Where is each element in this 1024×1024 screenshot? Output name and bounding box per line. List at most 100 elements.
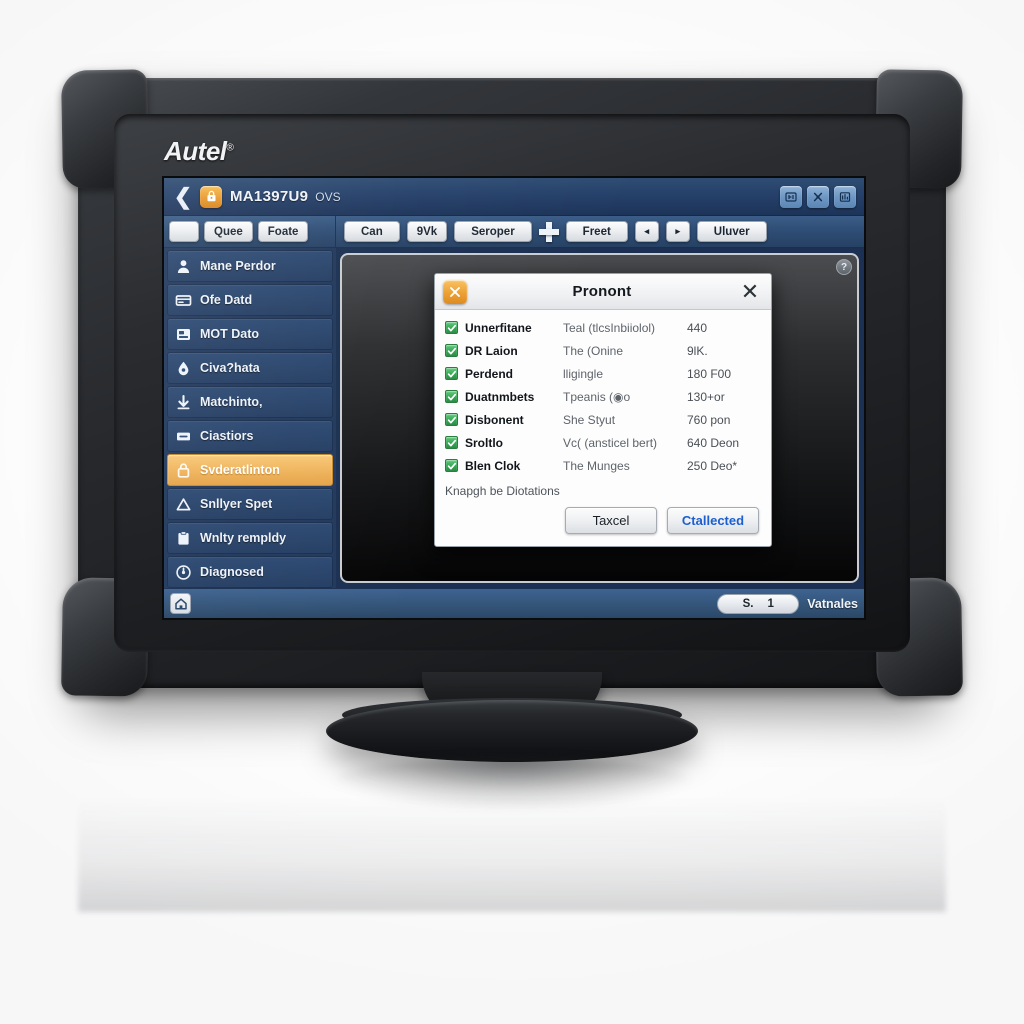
row-checkbox[interactable]	[445, 344, 458, 357]
dialog-row[interactable]: Unnerfitane Teal (tlcsInbiiolol) 440	[445, 316, 761, 339]
status-bar: S. 1 Vatnales	[164, 588, 864, 618]
toolbar-prev-button[interactable]: ◂	[634, 221, 659, 242]
back-chevron-icon[interactable]: ❮	[172, 184, 194, 210]
row-value: 180 F00	[687, 366, 732, 381]
gauge-icon	[174, 563, 193, 582]
sidebar-item-matchinto[interactable]: Matchinto,	[167, 386, 333, 418]
sidebar-item-ciastiors[interactable]: Ciastiors	[167, 420, 333, 452]
sidebar-item-label: Svderatlinton	[200, 463, 280, 477]
row-name: DR Laion	[465, 343, 518, 358]
sidebar-item-svderatlinton[interactable]: Svderatlinton	[167, 454, 333, 486]
screen-bezel: Autel® ❮ MA1397U9 OVS Quee Foate Can 9Vk…	[114, 114, 910, 652]
row-name: Disbonent	[465, 412, 524, 427]
stand-base	[326, 700, 698, 762]
droplet-icon	[174, 359, 193, 378]
row-name: Blen Clok	[465, 458, 521, 473]
row-description: Tpeanis (◉o	[563, 389, 631, 404]
sidebar-item-label: Diagnosed	[200, 565, 264, 579]
sidebar-item-label: Ciastiors	[200, 429, 254, 443]
dialog-row[interactable]: Perdend lligingle 180 F00	[445, 362, 761, 385]
sidebar-item-label: Mane Perdor	[200, 259, 276, 273]
row-value: 760 pon	[687, 412, 731, 427]
confirm-button[interactable]: Ctallected	[667, 507, 759, 534]
clipboard-icon	[174, 529, 193, 548]
sidebar-item-label: Wnlty rempldy	[200, 531, 287, 545]
dialog-row[interactable]: Sroltlo Vc( (ansticel bert) 640 Deon	[445, 431, 761, 454]
row-description: The Munges	[563, 458, 630, 473]
row-description: lligingle	[563, 366, 604, 381]
home-icon[interactable]	[170, 593, 191, 614]
content-panel: ? Pronont ✕ Unnerfitane Teal (tlcsInbiio…	[340, 253, 859, 583]
sidebar-item-mane-perdor[interactable]: Mane Perdor	[167, 250, 333, 282]
vci-status-icon[interactable]	[780, 185, 802, 208]
sidebar-item-mot-dato[interactable]: MOT Dato	[167, 318, 333, 350]
sidebar-item-ofe-datd[interactable]: Ofe Datd	[167, 284, 333, 316]
toolbar-quee-button[interactable]: Quee	[204, 221, 253, 242]
toolbar-9vk-button[interactable]: 9Vk	[406, 221, 448, 242]
device-reflection	[78, 762, 946, 912]
wrench-tool-icon	[443, 279, 467, 304]
row-checkbox[interactable]	[445, 413, 458, 426]
help-circle-icon[interactable]: ?	[836, 259, 852, 275]
triangle-icon	[174, 495, 193, 514]
row-name: Perdend	[465, 366, 514, 381]
dialog-row[interactable]: Disbonent She Styut 760 pon	[445, 408, 761, 431]
row-value: 440	[687, 320, 708, 335]
sidebar-item-label: Snllyer Spet	[200, 497, 273, 511]
sidebar-item-snllyer-spet[interactable]: Snllyer Spet	[167, 488, 333, 520]
plus-icon[interactable]	[538, 221, 559, 242]
autel-diagnostic-tablet: Autel® ❮ MA1397U9 OVS Quee Foate Can 9Vk…	[60, 69, 964, 697]
toolbar-foate-button[interactable]: Foate	[257, 221, 309, 242]
page-number: 1	[767, 597, 774, 610]
toolbar-seroper-button[interactable]: Seroper	[454, 221, 532, 242]
row-value: 130+or	[687, 389, 725, 404]
app-titlebar: ❮ MA1397U9 OVS	[164, 178, 864, 216]
row-description: The (Onine	[563, 343, 624, 358]
lock-icon	[174, 461, 193, 480]
status-label: Vatnales	[807, 596, 858, 611]
sidebar-item-wnlty-rempldy[interactable]: Wnlty rempldy	[167, 522, 333, 554]
row-name: Duatnmbets	[465, 389, 535, 404]
dialog-footer: Taxcel Ctallected	[435, 507, 771, 546]
row-value: 250 Deo*	[687, 458, 738, 473]
dialog-note: Knapgh be Diotations	[445, 484, 560, 498]
download-icon	[174, 393, 193, 412]
row-checkbox[interactable]	[445, 321, 458, 334]
tablet-screen: ❮ MA1397U9 OVS Quee Foate Can 9Vk Serope…	[164, 178, 864, 618]
row-description: She Styut	[563, 412, 616, 427]
dialog-row[interactable]: Blen Clok The Munges 250 Deo*	[445, 454, 761, 477]
toolbar-freet-button[interactable]: Freet	[565, 221, 628, 242]
toolbar-next-button[interactable]: ▸	[665, 221, 690, 242]
page-prefix: S.	[742, 597, 754, 610]
titlebar-icon-group	[780, 185, 856, 208]
page-indicator[interactable]: S. 1	[717, 593, 800, 614]
toolbar-blank-button[interactable]	[169, 221, 199, 242]
dialog-row[interactable]: Duatnmbets Tpeanis (◉o 130+or	[445, 385, 761, 408]
screen-body: Mane Perdor Ofe Datd MOT Dato Civa?hata …	[164, 248, 864, 588]
dialog-row[interactable]: DR Laion The (Onine 9lK.	[445, 339, 761, 362]
printer-icon	[174, 325, 193, 344]
sidebar-item-diagnosed[interactable]: Diagnosed	[167, 556, 333, 588]
cancel-button[interactable]: Taxcel	[565, 507, 657, 534]
sidebar-item-civa-hata[interactable]: Civa?hata	[167, 352, 333, 384]
app-badge-icon	[200, 185, 222, 208]
toolbar-right-group: Can 9Vk Seroper Freet ◂ ▸ Uluver	[336, 216, 864, 247]
registered-mark: ®	[226, 142, 234, 154]
dialog-row-list: Unnerfitane Teal (tlcsInbiiolol) 440 DR …	[435, 310, 771, 479]
close-icon[interactable]: ✕	[737, 279, 763, 305]
toolbar-uluver-button[interactable]: Uluver	[696, 221, 767, 242]
row-checkbox[interactable]	[445, 459, 458, 472]
row-name: Sroltlo	[465, 435, 503, 450]
page-subtitle: OVS	[315, 189, 341, 204]
toolbar-left-group: Quee Foate	[164, 216, 336, 247]
sidebar-menu: Mane Perdor Ofe Datd MOT Dato Civa?hata …	[164, 248, 336, 588]
report-icon[interactable]	[834, 185, 856, 208]
row-value: 640 Deon	[687, 435, 740, 450]
toolbar-can-button[interactable]: Can	[344, 221, 400, 242]
row-description: Vc( (ansticel bert)	[563, 435, 658, 450]
row-checkbox[interactable]	[445, 390, 458, 403]
sidebar-item-label: Civa?hata	[200, 361, 260, 375]
row-checkbox[interactable]	[445, 367, 458, 380]
settings-tool-icon[interactable]	[807, 185, 829, 208]
row-checkbox[interactable]	[445, 436, 458, 449]
